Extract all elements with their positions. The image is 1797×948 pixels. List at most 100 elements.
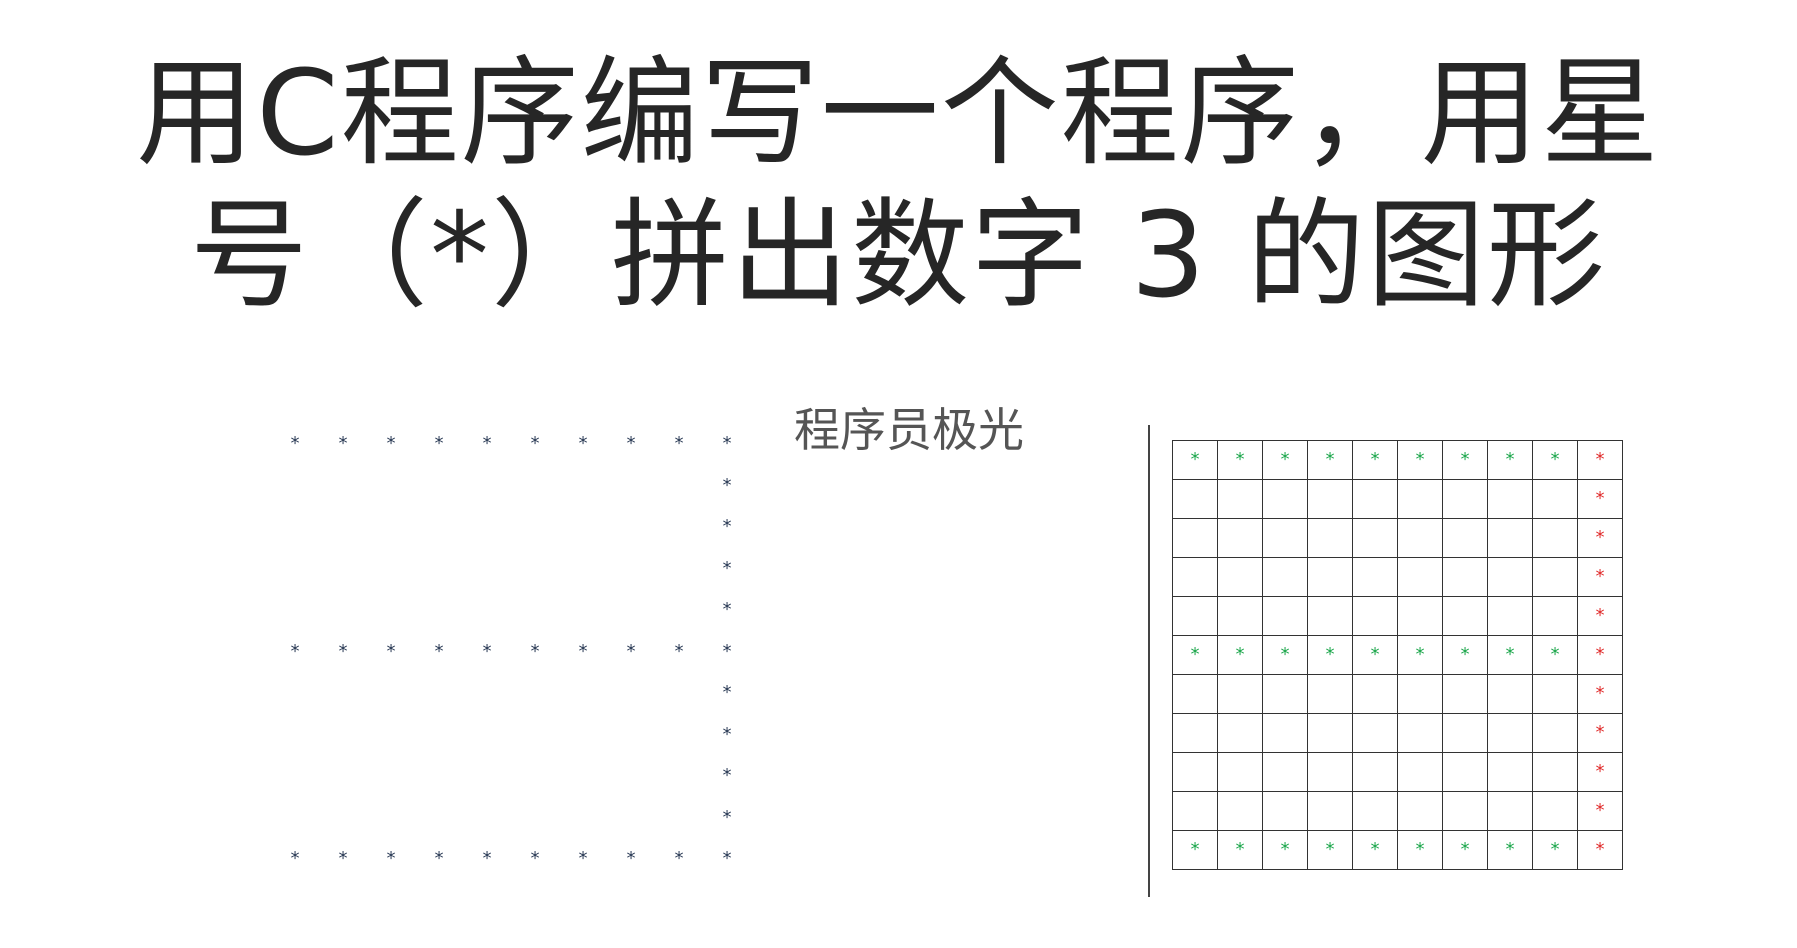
star-mark: * xyxy=(625,848,637,869)
star-mark: * xyxy=(577,640,589,662)
grid-cell: * xyxy=(1442,635,1488,675)
star-mark: * xyxy=(529,640,541,662)
star-mark: * xyxy=(289,433,301,454)
grid-row: * xyxy=(1172,752,1623,792)
grid-cell: * xyxy=(1217,830,1263,870)
grid-cell xyxy=(1172,713,1218,753)
grid-cell xyxy=(1352,791,1398,831)
grid-cell xyxy=(1532,518,1578,558)
grid-cell xyxy=(1262,557,1308,597)
star-mark: * xyxy=(433,433,445,454)
grid-cell xyxy=(1352,518,1398,558)
grid-cell: * xyxy=(1577,557,1623,597)
grid-cell: * xyxy=(1397,830,1443,870)
grid-cell xyxy=(1442,791,1488,831)
grid-cell: * xyxy=(1397,635,1443,675)
grid-cell xyxy=(1397,674,1443,714)
grid-cell: * xyxy=(1487,635,1533,675)
grid-cell xyxy=(1487,713,1533,753)
grid-cell xyxy=(1307,713,1353,753)
star-mark: * xyxy=(289,848,301,869)
grid-cell xyxy=(1307,752,1353,792)
grid-cell xyxy=(1172,791,1218,831)
grid-cell: * xyxy=(1262,830,1308,870)
watermark-text: 程序员极光 xyxy=(794,403,1024,457)
grid-cell xyxy=(1532,713,1578,753)
grid-cell xyxy=(1262,674,1308,714)
star-mark: * xyxy=(433,848,445,869)
grid-row: * xyxy=(1172,557,1623,597)
grid-cell xyxy=(1172,674,1218,714)
grid-cell xyxy=(1262,596,1308,636)
grid-cell xyxy=(1172,752,1218,792)
star-mark: * xyxy=(721,806,733,828)
star-mark: * xyxy=(481,640,493,662)
grid-cell xyxy=(1352,713,1398,753)
star-mark: * xyxy=(625,640,637,662)
grid-cell: * xyxy=(1442,440,1488,480)
star-mark: * xyxy=(385,433,397,454)
grid-cell: * xyxy=(1307,440,1353,480)
grid-cell xyxy=(1397,596,1443,636)
grid-cell: * xyxy=(1352,830,1398,870)
grid-cell xyxy=(1217,713,1263,753)
grid-cell xyxy=(1532,596,1578,636)
grid-row: * * * * * * * * * * xyxy=(1172,635,1623,675)
grid-cell xyxy=(1307,479,1353,519)
grid-cell: * xyxy=(1217,440,1263,480)
grid-cell: * xyxy=(1532,830,1578,870)
grid-cell xyxy=(1172,479,1218,519)
grid-cell xyxy=(1442,752,1488,792)
grid-cell: * xyxy=(1577,518,1623,558)
grid-cell xyxy=(1172,518,1218,558)
grid-cell xyxy=(1532,752,1578,792)
grid-cell xyxy=(1487,791,1533,831)
grid-cell xyxy=(1307,557,1353,597)
grid-cell xyxy=(1307,596,1353,636)
grid-cell xyxy=(1442,596,1488,636)
star-mark: * xyxy=(481,848,493,869)
grid-row: * xyxy=(1172,596,1623,636)
grid-cell: * xyxy=(1577,479,1623,519)
grid-cell xyxy=(1217,752,1263,792)
grid-cell: * xyxy=(1262,635,1308,675)
grid-cell xyxy=(1352,596,1398,636)
grid-cell xyxy=(1262,713,1308,753)
grid-cell xyxy=(1532,791,1578,831)
star-mark: * xyxy=(337,433,349,454)
star-mark: * xyxy=(673,848,685,869)
grid-cell xyxy=(1397,518,1443,558)
star-mark: * xyxy=(337,640,349,662)
grid-cell xyxy=(1172,596,1218,636)
grid-cell xyxy=(1442,518,1488,558)
grid-cell: * xyxy=(1352,635,1398,675)
title-line-2: 号（*）拼出数字 3 的图形 xyxy=(189,186,1608,324)
grid-cell xyxy=(1532,674,1578,714)
grid-cell: * xyxy=(1172,440,1218,480)
grid-cell xyxy=(1217,518,1263,558)
grid-row: * xyxy=(1172,674,1623,714)
grid-cell: * xyxy=(1217,635,1263,675)
grid-cell xyxy=(1442,479,1488,519)
grid-cell: * xyxy=(1487,440,1533,480)
grid-cell xyxy=(1487,518,1533,558)
grid-cell: * xyxy=(1577,635,1623,675)
grid-cell xyxy=(1217,674,1263,714)
grid-cell xyxy=(1487,557,1533,597)
star-mark: * xyxy=(673,640,685,662)
star-mark: * xyxy=(529,848,541,869)
grid-cell xyxy=(1262,752,1308,792)
grid-cell: * xyxy=(1307,830,1353,870)
star-mark: * xyxy=(625,433,637,454)
star-mark: * xyxy=(673,433,685,454)
grid-row: * xyxy=(1172,791,1623,831)
star-mark: * xyxy=(337,848,349,869)
star-mark: * xyxy=(721,599,733,620)
grid-cell xyxy=(1217,791,1263,831)
grid-cell: * xyxy=(1577,596,1623,636)
grid-row: * xyxy=(1172,713,1623,753)
grid-cell xyxy=(1397,752,1443,792)
grid-cell xyxy=(1262,518,1308,558)
star-figure-digit-3: * * * * * * * * * * * * * * * * * * * * * * * * * * * * * * * * * * * * * * xyxy=(270,430,750,870)
star-mark: * xyxy=(721,516,733,537)
